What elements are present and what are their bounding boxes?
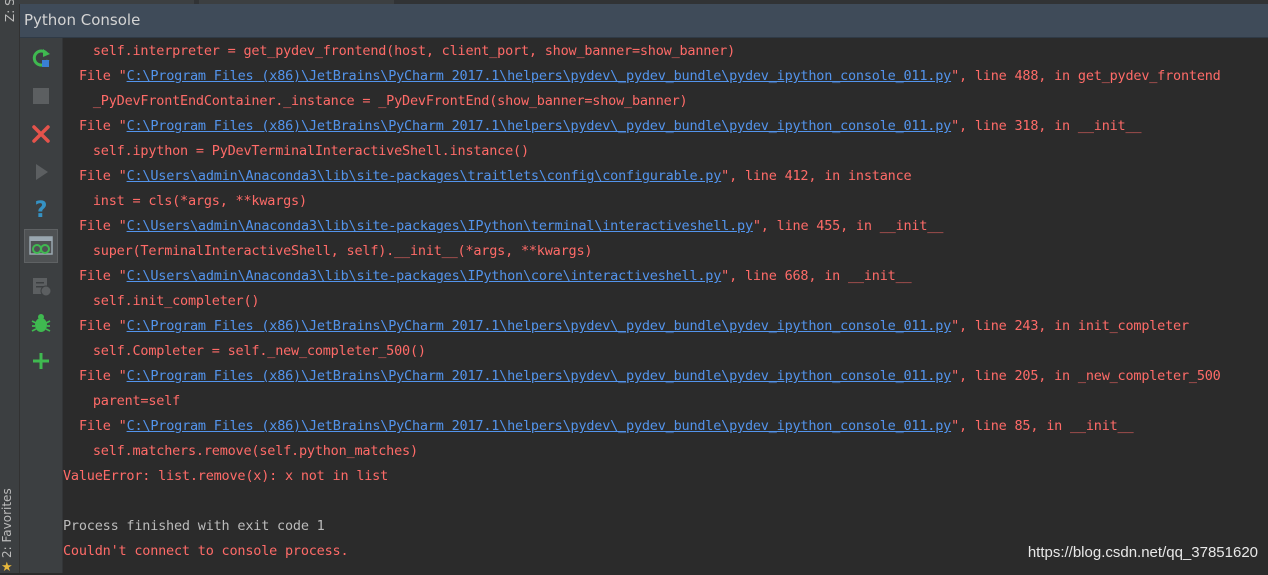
- file-link[interactable]: C:\Users\admin\Anaconda3\lib\site-packag…: [127, 268, 722, 284]
- structure-tab-label: Z: Structure: [3, 0, 17, 22]
- file-prefix: File ": [79, 368, 127, 384]
- file-prefix: File ": [79, 168, 127, 184]
- file-prefix: File ": [79, 218, 127, 234]
- close-icon: [32, 125, 50, 143]
- file-suffix: ", line 668, in __init__: [721, 268, 912, 284]
- structure-tab[interactable]: Z: Structure: [0, 0, 19, 38]
- file-link[interactable]: C:\Program Files (x86)\JetBrains\PyCharm…: [127, 68, 952, 84]
- tool-window-title-bar: Python Console: [20, 4, 1268, 38]
- history-icon: [33, 278, 52, 297]
- file-suffix: ", line 488, in get_pydev_frontend: [951, 68, 1221, 84]
- trace-file-line: File "C:\Program Files (x86)\JetBrains\P…: [79, 318, 1189, 334]
- trace-file-line: File "C:\Program Files (x86)\JetBrains\P…: [79, 68, 1221, 84]
- trace-file-line: File "C:\Program Files (x86)\JetBrains\P…: [79, 418, 1134, 434]
- trace-code-line: self.matchers.remove(self.python_matches…: [77, 443, 418, 459]
- stop-button[interactable]: [24, 79, 58, 113]
- console-history-button[interactable]: [24, 269, 58, 303]
- rerun-button[interactable]: [24, 41, 58, 75]
- file-suffix: ", line 455, in __init__: [752, 218, 944, 234]
- plus-icon: [33, 353, 49, 369]
- help-button[interactable]: ?: [24, 193, 58, 227]
- trace-code-line: parent=self: [77, 393, 181, 409]
- bug-icon: [31, 314, 51, 332]
- trace-code-line: self.interpreter = get_pydev_frontend(ho…: [77, 43, 735, 59]
- file-link[interactable]: C:\Program Files (x86)\JetBrains\PyCharm…: [127, 418, 952, 434]
- file-prefix: File ": [79, 268, 127, 284]
- favorites-tab[interactable]: 2: Favorites ★: [0, 452, 19, 575]
- tool-window-title: Python Console: [24, 11, 141, 29]
- show-variables-button[interactable]: [24, 229, 58, 263]
- trace-code-line: _PyDevFrontEndContainer._instance = _PyD…: [77, 93, 688, 109]
- variables-icon: [29, 236, 53, 255]
- file-suffix: ", line 205, in _new_completer_500: [951, 368, 1221, 384]
- file-suffix: ", line 318, in __init__: [951, 118, 1142, 134]
- play-icon: [36, 164, 48, 180]
- trace-code-line: self.init_completer(): [77, 293, 260, 309]
- file-link[interactable]: C:\Program Files (x86)\JetBrains\PyCharm…: [127, 118, 952, 134]
- file-link[interactable]: C:\Program Files (x86)\JetBrains\PyCharm…: [127, 368, 952, 384]
- close-button[interactable]: [24, 117, 58, 151]
- console-toolbar: ?: [20, 38, 63, 573]
- file-link[interactable]: C:\Users\admin\Anaconda3\lib\site-packag…: [127, 218, 753, 234]
- trace-code-line: super(TerminalInteractiveShell, self).__…: [77, 243, 593, 259]
- favorites-tab-label: 2: Favorites: [0, 488, 14, 558]
- trace-file-line: File "C:\Users\admin\Anaconda3\lib\site-…: [79, 168, 912, 184]
- file-link[interactable]: C:\Users\admin\Anaconda3\lib\site-packag…: [127, 168, 722, 184]
- file-suffix: ", line 85, in __init__: [951, 418, 1134, 434]
- trace-code-line: self.ipython = PyDevTerminalInteractiveS…: [77, 143, 529, 159]
- file-suffix: ", line 412, in instance: [721, 168, 912, 184]
- connection-error-message: Couldn't connect to console process.: [63, 543, 349, 559]
- trace-code-line: self.Completer = self._new_completer_500…: [77, 343, 426, 359]
- execute-button[interactable]: [24, 155, 58, 189]
- process-exit-message: Process finished with exit code 1: [63, 518, 325, 534]
- trace-file-line: File "C:\Users\admin\Anaconda3\lib\site-…: [79, 218, 943, 234]
- stop-icon: [33, 88, 49, 104]
- file-prefix: File ": [79, 418, 127, 434]
- error-message: ValueError: list.remove(x): x not in lis…: [63, 468, 389, 484]
- debug-button[interactable]: [24, 306, 58, 340]
- file-prefix: File ": [79, 68, 127, 84]
- help-icon: ?: [34, 197, 48, 223]
- trace-file-line: File "C:\Program Files (x86)\JetBrains\P…: [79, 368, 1221, 384]
- file-suffix: ", line 243, in init_completer: [951, 318, 1189, 334]
- file-link[interactable]: C:\Program Files (x86)\JetBrains\PyCharm…: [127, 318, 952, 334]
- new-console-button[interactable]: [24, 344, 58, 378]
- rerun-icon: [32, 49, 50, 67]
- trace-file-line: File "C:\Users\admin\Anaconda3\lib\site-…: [79, 268, 912, 284]
- console-output[interactable]: self.interpreter = get_pydev_frontend(ho…: [63, 38, 1268, 573]
- left-tool-strip: Z: Structure 2: Favorites ★: [0, 0, 20, 575]
- watermark: https://blog.csdn.net/qq_37851620: [1027, 544, 1258, 561]
- trace-file-line: File "C:\Program Files (x86)\JetBrains\P…: [79, 118, 1142, 134]
- file-prefix: File ": [79, 118, 127, 134]
- trace-code-line: inst = cls(*args, **kwargs): [77, 193, 307, 209]
- file-prefix: File ": [79, 318, 127, 334]
